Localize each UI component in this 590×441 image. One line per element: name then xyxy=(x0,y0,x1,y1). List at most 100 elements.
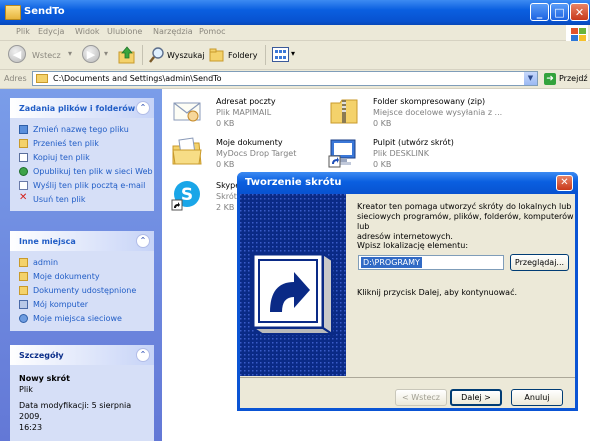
file-item[interactable]: Adresat poczty Plik MAPIMAIL 0 KB xyxy=(171,95,321,131)
shortcut-arrow-icon xyxy=(240,194,346,376)
other-places-panel: Inne miejsca ⌃ admin Moje dokumenty Doku… xyxy=(10,231,154,331)
task-publish-web[interactable]: Opublikuj ten plik w sieci Web xyxy=(19,165,153,179)
place-my-documents[interactable]: Moje dokumenty xyxy=(19,270,146,284)
toolbar-separator xyxy=(142,45,143,65)
task-move[interactable]: Przenieś ten plik xyxy=(19,137,146,151)
file-item[interactable]: Folder skompresowany (zip) Miejsce docel… xyxy=(328,95,528,131)
file-type: MyDocs Drop Target xyxy=(216,149,297,158)
close-button[interactable]: ✕ xyxy=(570,3,589,21)
file-item[interactable]: Pulpit (utwórz skrót) Plik DESKLINK 0 KB xyxy=(328,136,528,172)
place-label: Moje miejsca sieciowe xyxy=(33,314,122,323)
go-arrow-icon[interactable]: ➜ xyxy=(544,73,556,85)
file-type: Skrót xyxy=(216,192,237,201)
shared-folder-icon xyxy=(19,286,28,295)
next-button[interactable]: Dalej > xyxy=(450,389,502,406)
dialog-divider xyxy=(240,377,575,378)
place-label: admin xyxy=(33,258,59,267)
minimize-button[interactable]: _ xyxy=(530,3,549,21)
place-network-places[interactable]: Moje miejsca sieciowe xyxy=(19,312,146,326)
task-rename[interactable]: Zmień nazwę tego pliku xyxy=(19,123,146,137)
menu-bar: Plik Edycja Widok Ulubione Narzędzia Pom… xyxy=(0,25,590,41)
details-type: Plik xyxy=(19,385,33,394)
copy-icon xyxy=(19,153,28,162)
rename-icon xyxy=(19,125,28,134)
folders-icon[interactable] xyxy=(209,47,225,63)
windows-logo-icon xyxy=(566,25,588,42)
window-title: SendTo xyxy=(24,6,65,17)
menu-item-edycja[interactable]: Edycja xyxy=(38,27,64,36)
task-email[interactable]: Wyślij ten plik pocztą e-mail xyxy=(19,179,146,193)
file-item[interactable]: Moje dokumenty MyDocs Drop Target 0 KB xyxy=(171,136,321,172)
task-label: Usuń ten plik xyxy=(33,195,86,204)
up-folder-icon[interactable] xyxy=(118,46,136,64)
back-button[interactable]: Wstecz xyxy=(32,51,61,60)
task-delete[interactable]: ✕ Usuń ten plik xyxy=(19,193,146,207)
network-places-icon xyxy=(19,314,28,323)
collapse-chevron-icon[interactable]: ⌃ xyxy=(136,234,150,248)
file-name: Adresat poczty xyxy=(216,97,276,106)
skype-icon: S xyxy=(171,181,200,211)
place-label: Mój komputer xyxy=(33,300,89,309)
folder-icon xyxy=(19,258,28,267)
file-tasks-header[interactable]: Zadania plików i folderów ⌃ xyxy=(10,98,154,118)
file-name: Pulpit (utwórz skrót) xyxy=(373,138,454,147)
back-dropdown-icon[interactable]: ▾ xyxy=(68,49,72,58)
search-icon[interactable] xyxy=(149,47,165,63)
place-label: Dokumenty udostępnione xyxy=(33,286,137,295)
address-value: C:\Documents and Settings\admin\SendTo xyxy=(53,74,222,83)
forward-dropdown-icon[interactable]: ▾ xyxy=(104,49,108,58)
place-shared-documents[interactable]: Dokumenty udostępnione xyxy=(19,284,146,298)
create-shortcut-dialog: Tworzenie skrótu ✕ Kreator ten pomaga ut… xyxy=(237,172,578,411)
details-modified-time: 16:23 xyxy=(19,423,43,432)
collapse-chevron-icon[interactable]: ⌃ xyxy=(136,101,150,115)
go-button[interactable]: Przejdź xyxy=(559,74,588,83)
back-arrow-icon[interactable]: ◀ xyxy=(8,45,26,63)
collapse-chevron-icon[interactable]: ⌃ xyxy=(136,348,150,362)
details-name: Nowy skrót xyxy=(19,374,70,383)
menu-item-plik[interactable]: Plik xyxy=(16,27,30,36)
view-dropdown-icon[interactable]: ▾ xyxy=(291,49,295,58)
title-bar[interactable]: SendTo _ □ ✕ xyxy=(0,0,590,25)
address-bar: Adres C:\Documents and Settings\admin\Se… xyxy=(0,70,590,89)
menu-item-pomoc[interactable]: Pomoc xyxy=(199,27,226,36)
dialog-intro: Kreator ten pomaga utworzyć skróty do lo… xyxy=(357,202,575,242)
folder-icon xyxy=(36,74,48,83)
file-tasks-title: Zadania plików i folderów xyxy=(19,104,136,113)
place-my-computer[interactable]: Mój komputer xyxy=(19,298,146,312)
place-label: Moje dokumenty xyxy=(33,272,100,281)
dialog-intro-line: sieciowych programów, plików, folderów, … xyxy=(357,212,574,231)
my-documents-icon xyxy=(19,272,28,281)
address-dropdown-icon[interactable]: ▼ xyxy=(524,72,537,85)
location-label: Wpisz lokalizację elementu: xyxy=(357,241,469,250)
menu-item-widok[interactable]: Widok xyxy=(75,27,100,36)
forward-arrow-icon[interactable]: ▶ xyxy=(82,45,100,63)
dialog-intro-line: Kreator ten pomaga utworzyć skróty do lo… xyxy=(357,202,572,211)
back-button[interactable]: < Wstecz xyxy=(395,389,447,406)
details-title: Szczegóły xyxy=(19,351,64,360)
search-button[interactable]: Wyszukaj xyxy=(167,51,205,60)
task-label: Kopiuj ten plik xyxy=(33,153,90,162)
address-input[interactable]: C:\Documents and Settings\admin\SendTo ▼ xyxy=(32,71,538,86)
other-places-header[interactable]: Inne miejsca ⌃ xyxy=(10,231,154,251)
cancel-button[interactable]: Anuluj xyxy=(511,389,563,406)
menu-item-ulubione[interactable]: Ulubione xyxy=(107,27,142,36)
folders-button[interactable]: Foldery xyxy=(228,51,257,60)
dialog-title: Tworzenie skrótu xyxy=(245,177,342,188)
dialog-title-bar[interactable]: Tworzenie skrótu ✕ xyxy=(237,172,578,194)
view-mode-icon[interactable] xyxy=(272,47,290,63)
menu-item-narzedzia[interactable]: Narzędzia xyxy=(153,27,193,36)
task-label: Przenieś ten plik xyxy=(33,139,99,148)
svg-text:S: S xyxy=(181,185,193,205)
location-value: D:\PROGRAMY xyxy=(361,257,422,268)
toolbar: ◀ Wstecz ▾ ▶ ▾ Wyszukaj Foldery ▾ xyxy=(0,41,590,70)
web-publish-icon xyxy=(19,167,28,176)
browse-button[interactable]: Przeglądaj... xyxy=(510,254,569,271)
maximize-button[interactable]: □ xyxy=(550,3,569,21)
details-header[interactable]: Szczegóły ⌃ xyxy=(10,345,154,365)
location-input[interactable]: D:\PROGRAMY xyxy=(358,255,504,270)
continue-text: Kliknij przycisk Dalej, aby kontynuować. xyxy=(357,288,518,297)
details-modified: Data modyfikacji: 5 sierpnia 2009, xyxy=(19,401,132,421)
place-admin[interactable]: admin xyxy=(19,256,146,270)
task-copy[interactable]: Kopiuj ten plik xyxy=(19,151,146,165)
dialog-close-button[interactable]: ✕ xyxy=(556,175,573,191)
